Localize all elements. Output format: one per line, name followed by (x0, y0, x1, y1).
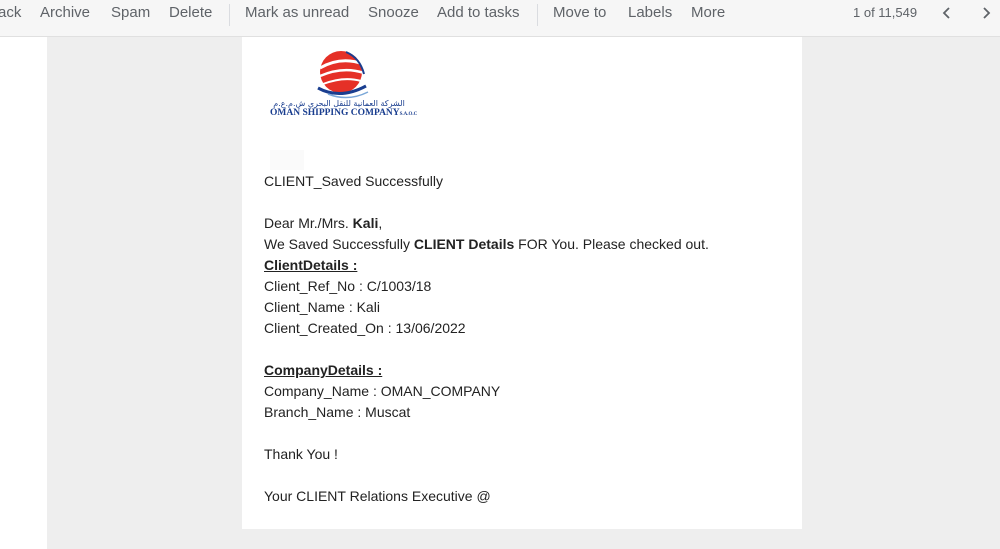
chevron-left-icon[interactable] (938, 4, 956, 22)
intro-bold: CLIENT Details (413, 236, 515, 252)
logo-arabic-text: الشركة العمانية للنقل البحري ش.م.ع.م (273, 99, 405, 108)
message-toolbar: ack Archive Spam Delete Mark as unread S… (0, 0, 1000, 37)
toolbar-divider (537, 4, 538, 26)
move-to-button[interactable]: Move to (553, 0, 606, 27)
delete-button[interactable]: Delete (169, 0, 212, 27)
logo-company-name: OMAN SHIPPING COMPANYS.A.O.C (270, 108, 417, 118)
mark-as-unread-button[interactable]: Mark as unread (245, 0, 349, 27)
greeting-line: Dear Mr./Mrs. Kali, (264, 215, 382, 232)
hidden-image-placeholder (270, 150, 304, 170)
chevron-right-icon[interactable] (977, 4, 995, 22)
intro-suffix: FOR You. Please checked out. (514, 236, 709, 252)
client-details-heading: ClientDetails : (264, 257, 358, 273)
branch-name-line: Branch_Name : Muscat (264, 404, 411, 420)
intro-prefix: We Saved Successfully (264, 236, 414, 252)
logo-suffix: S.A.O.C (399, 112, 418, 117)
client-created-line: Client_Created_On : 13/06/2022 (264, 320, 466, 336)
logo-name: OMAN SHIPPING COMPANY (270, 108, 400, 118)
greeting-suffix: , (378, 215, 383, 231)
email-subject-line: CLIENT_Saved Successfully (264, 173, 443, 189)
labels-button[interactable]: Labels (628, 0, 672, 27)
company-name-line: Company_Name : OMAN_COMPANY (264, 383, 501, 399)
message-count: 1 of 11,549 (853, 5, 918, 20)
greeting-prefix: Dear Mr./Mrs. (264, 215, 353, 231)
signature-line: Your CLIENT Relations Executive @ (264, 488, 491, 504)
toolbar-divider (229, 4, 230, 26)
archive-button[interactable]: Archive (40, 0, 90, 27)
thank-you-line: Thank You ! (264, 446, 338, 462)
add-to-tasks-button[interactable]: Add to tasks (437, 0, 520, 27)
snooze-button[interactable]: Snooze (368, 0, 419, 27)
greeting-name: Kali (352, 215, 379, 231)
client-ref-line: Client_Ref_No : C/1003/18 (264, 278, 432, 294)
company-details-heading: CompanyDetails : (264, 362, 383, 378)
more-button[interactable]: More (691, 0, 725, 27)
client-name-line: Client_Name : Kali (264, 299, 380, 315)
intro-line: We Saved Successfully CLIENT Details FOR… (264, 236, 709, 253)
back-button[interactable]: ack (0, 0, 21, 27)
spam-button[interactable]: Spam (111, 0, 150, 27)
